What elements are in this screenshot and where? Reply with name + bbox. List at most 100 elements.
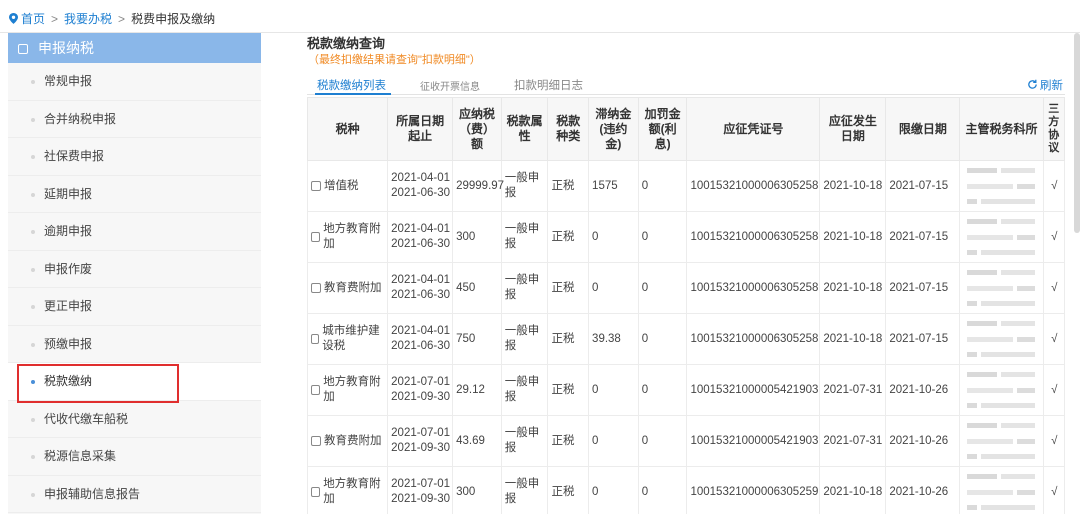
sidebar-item[interactable]: 预缴申报: [8, 325, 261, 363]
square-icon: [18, 44, 28, 54]
row-checkbox[interactable]: [311, 436, 321, 446]
cell-start-date: 2021-07-01: [391, 427, 450, 439]
breadcrumb-separator: >: [51, 12, 59, 26]
row-checkbox[interactable]: [311, 232, 321, 242]
sidebar-header[interactable]: 申报纳税: [8, 33, 261, 63]
tab-deduction-log[interactable]: 扣款明细日志: [514, 77, 583, 93]
bullet-icon: [31, 342, 35, 347]
cell-occur-date: 2021-10-18: [819, 262, 887, 314]
cell-limit-date: 2021-10-26: [885, 466, 961, 514]
cell-tax-office: [959, 262, 1044, 314]
breadcrumb-home-link[interactable]: 首页: [21, 12, 45, 26]
cell-late-fee: 0: [588, 364, 639, 416]
cell-limit-date: 2021-07-15: [885, 313, 961, 365]
cell-type: 正税: [547, 313, 590, 365]
table-row[interactable]: 地方教育附加 2021-07-01 2021-09-30 29.12 一般申报 正税 0 0 1…: [306, 364, 1066, 416]
breadcrumb-level2-link[interactable]: 我要办税: [64, 12, 112, 26]
cell-amount: 29.12: [452, 364, 502, 416]
cell-start-date: 2021-07-01: [391, 478, 450, 490]
cell-tax: 地方教育附加: [306, 211, 389, 263]
sidebar-item[interactable]: 税源信息采集: [8, 438, 261, 476]
sidebar-item[interactable]: 更正申报: [8, 288, 261, 326]
bullet-icon: [31, 267, 35, 272]
redacted-text: [967, 166, 1037, 206]
cell-cert-no: 10015321000006305259: [686, 466, 821, 514]
cell-penalty: 0: [637, 364, 688, 416]
table-row[interactable]: 教育费附加 2021-07-01 2021-09-30 43.69 一般申报 正税 0 0 10…: [306, 415, 1066, 467]
sidebar-item-label: 申报辅助信息报告: [44, 486, 141, 501]
refresh-label: 刷新: [1040, 80, 1063, 92]
sidebar-item-label: 税款缴纳: [44, 374, 93, 388]
tab-invoice-info[interactable]: 征收开票信息: [420, 78, 480, 93]
cell-attr: 一般申报: [500, 364, 549, 416]
bullet-icon: [31, 492, 35, 497]
table-row[interactable]: 增值税 2021-04-01 2021-06-30 29999.97 一般申报 正税 157…: [306, 160, 1066, 212]
cell-period: 2021-04-01 2021-06-30: [387, 211, 454, 263]
location-pin-icon: [9, 13, 18, 24]
cell-end-date: 2021-06-30: [391, 289, 450, 301]
sidebar-item-label: 合并纳税申报: [44, 111, 117, 126]
sidebar-item[interactable]: 常规申报: [8, 63, 261, 101]
refresh-button[interactable]: 刷新: [1027, 77, 1063, 93]
table-row[interactable]: 地方教育附加 2021-07-01 2021-09-30 300 一般申报 正税 0 0 100…: [306, 466, 1066, 514]
cell-end-date: 2021-06-30: [391, 340, 450, 352]
cell-tax: 城市维护建设税: [306, 313, 389, 365]
cell-tax-office: [959, 211, 1044, 263]
sidebar-item[interactable]: 延期申报: [8, 175, 261, 213]
cell-late-fee: 39.38: [588, 313, 639, 365]
sidebar-item[interactable]: 税款缴纳: [8, 363, 261, 401]
row-checkbox[interactable]: [311, 334, 320, 344]
table-row[interactable]: 城市维护建设税 2021-04-01 2021-06-30 750 一般申报 正税 39.3…: [306, 313, 1066, 365]
cell-limit-date: 2021-10-26: [885, 415, 961, 467]
cell-start-date: 2021-04-01: [391, 325, 450, 337]
active-tab-indicator: [315, 93, 391, 95]
cell-penalty: 0: [637, 466, 688, 514]
cell-tax: 教育费附加: [306, 415, 389, 467]
cell-tax-text: 城市维护建设税: [322, 325, 380, 352]
cell-end-date: 2021-09-30: [391, 442, 450, 454]
col-header-limit-date: 限缴日期: [885, 97, 961, 161]
sidebar-item[interactable]: 社保费申报: [8, 138, 261, 176]
row-checkbox[interactable]: [311, 283, 321, 293]
row-checkbox[interactable]: [311, 181, 321, 191]
cell-attr: 一般申报: [500, 313, 549, 365]
sidebar-item[interactable]: 合并纳税申报: [8, 100, 261, 138]
cell-occur-date: 2021-10-18: [819, 160, 887, 212]
main-content: 税款缴纳查询 （最终扣缴结果请查询"扣款明细"） 税款缴纳列表 征收开票信息 扣…: [306, 33, 1080, 514]
cell-agreement: √: [1042, 415, 1066, 467]
tab-payment-list[interactable]: 税款缴纳列表: [317, 77, 386, 93]
cell-tax-text: 地方教育附加: [323, 376, 381, 403]
row-checkbox[interactable]: [311, 385, 321, 395]
top-bar: 首页 > 我要办税 > 税费申报及缴纳: [0, 0, 1080, 33]
payment-table: 税种 所属日期起止 应纳税（费）额 税款属性 税款种类 滞纳金(违约金) 加罚金…: [306, 97, 1066, 514]
sidebar-item[interactable]: 代收代缴车船税: [8, 400, 261, 438]
sidebar-item[interactable]: 申报辅助信息报告: [8, 475, 261, 513]
row-checkbox[interactable]: [311, 487, 321, 497]
cell-cert-no: 10015321000006305258: [686, 262, 821, 314]
cell-limit-date: 2021-10-26: [885, 364, 961, 416]
bullet-icon: [31, 417, 35, 422]
sidebar-item-label: 申报作废: [44, 261, 93, 276]
cell-attr: 一般申报: [500, 160, 549, 212]
cell-amount: 750: [452, 313, 502, 365]
col-header-amount: 应纳税（费）额: [452, 97, 502, 161]
cell-amount: 300: [452, 466, 502, 514]
page-scrollbar[interactable]: [1074, 33, 1080, 233]
cell-cert-no: 10015321000006305258: [686, 160, 821, 212]
table-row[interactable]: 教育费附加 2021-04-01 2021-06-30 450 一般申报 正税 0 0 1001…: [306, 262, 1066, 314]
cell-penalty: 0: [637, 313, 688, 365]
redacted-text: [967, 319, 1037, 359]
cell-penalty: 0: [637, 415, 688, 467]
table-row[interactable]: 地方教育附加 2021-04-01 2021-06-30 300 一般申报 正税 0 0 100…: [306, 211, 1066, 263]
refresh-icon: [1028, 79, 1037, 89]
cell-period: 2021-07-01 2021-09-30: [387, 466, 454, 514]
cell-occur-date: 2021-10-18: [819, 466, 887, 514]
cell-penalty: 0: [637, 262, 688, 314]
col-header-occur-date: 应征发生日期: [819, 97, 887, 161]
sidebar-item[interactable]: 申报作废: [8, 250, 261, 288]
sidebar-item[interactable]: 逾期申报: [8, 213, 261, 251]
cell-attr: 一般申报: [500, 262, 549, 314]
bullet-icon: [31, 80, 35, 84]
cell-agreement: √: [1042, 313, 1066, 365]
page-title: 税款缴纳查询: [307, 36, 386, 51]
